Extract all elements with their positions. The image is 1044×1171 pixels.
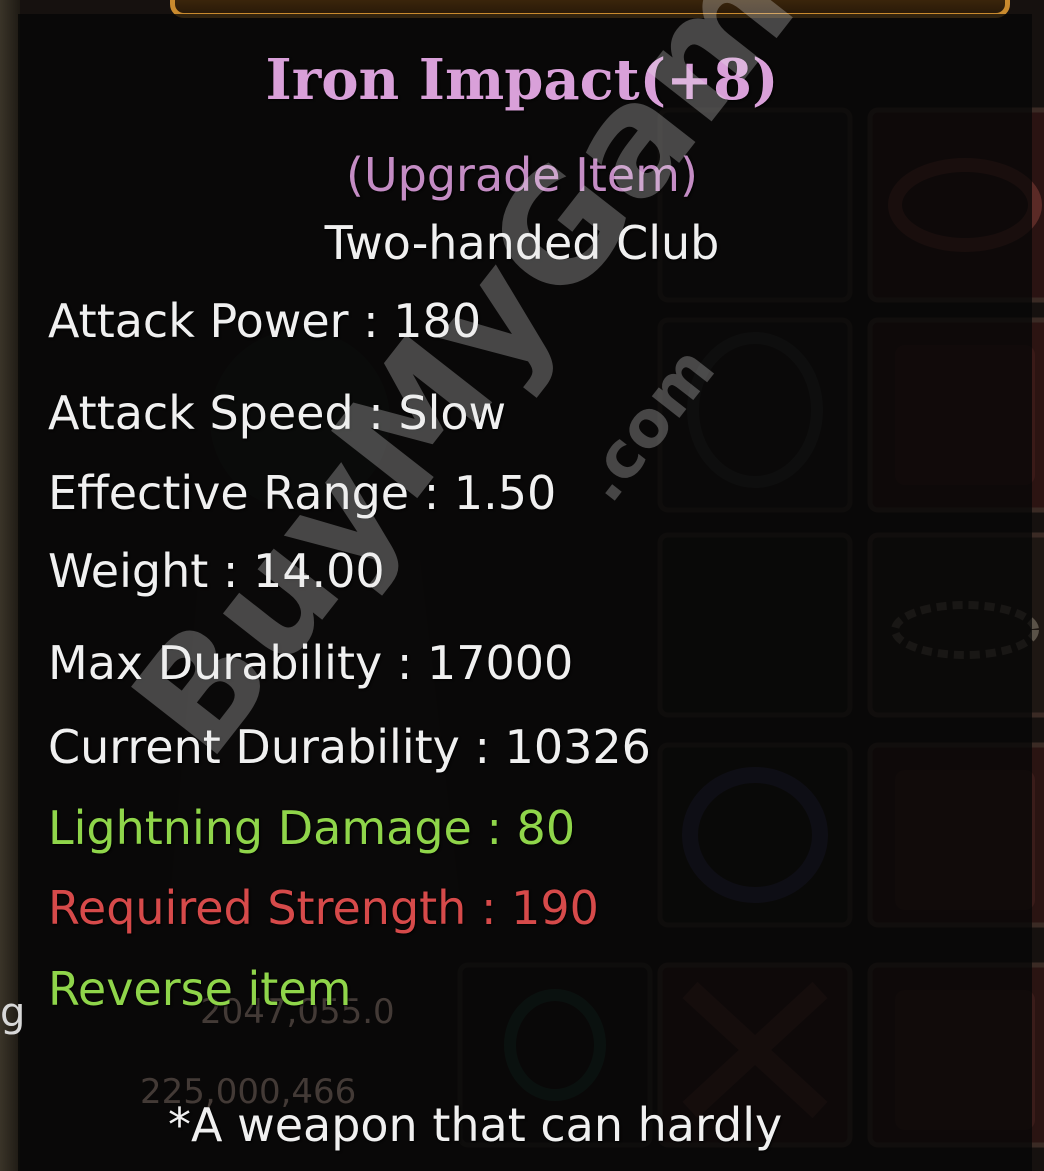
- background-edge-glyph: g: [0, 990, 26, 1036]
- item-name: Iron Impact(+8): [265, 47, 779, 113]
- item-description: *A weapon that can hardly: [168, 1098, 783, 1152]
- stat-current-durability: Current Durability : 10326: [48, 720, 651, 774]
- stat-lightning-damage: Lightning Damage : 80: [48, 801, 576, 855]
- stat-required-strength: Required Strength : 190: [48, 881, 599, 935]
- stat-reverse-item: Reverse item: [48, 962, 352, 1016]
